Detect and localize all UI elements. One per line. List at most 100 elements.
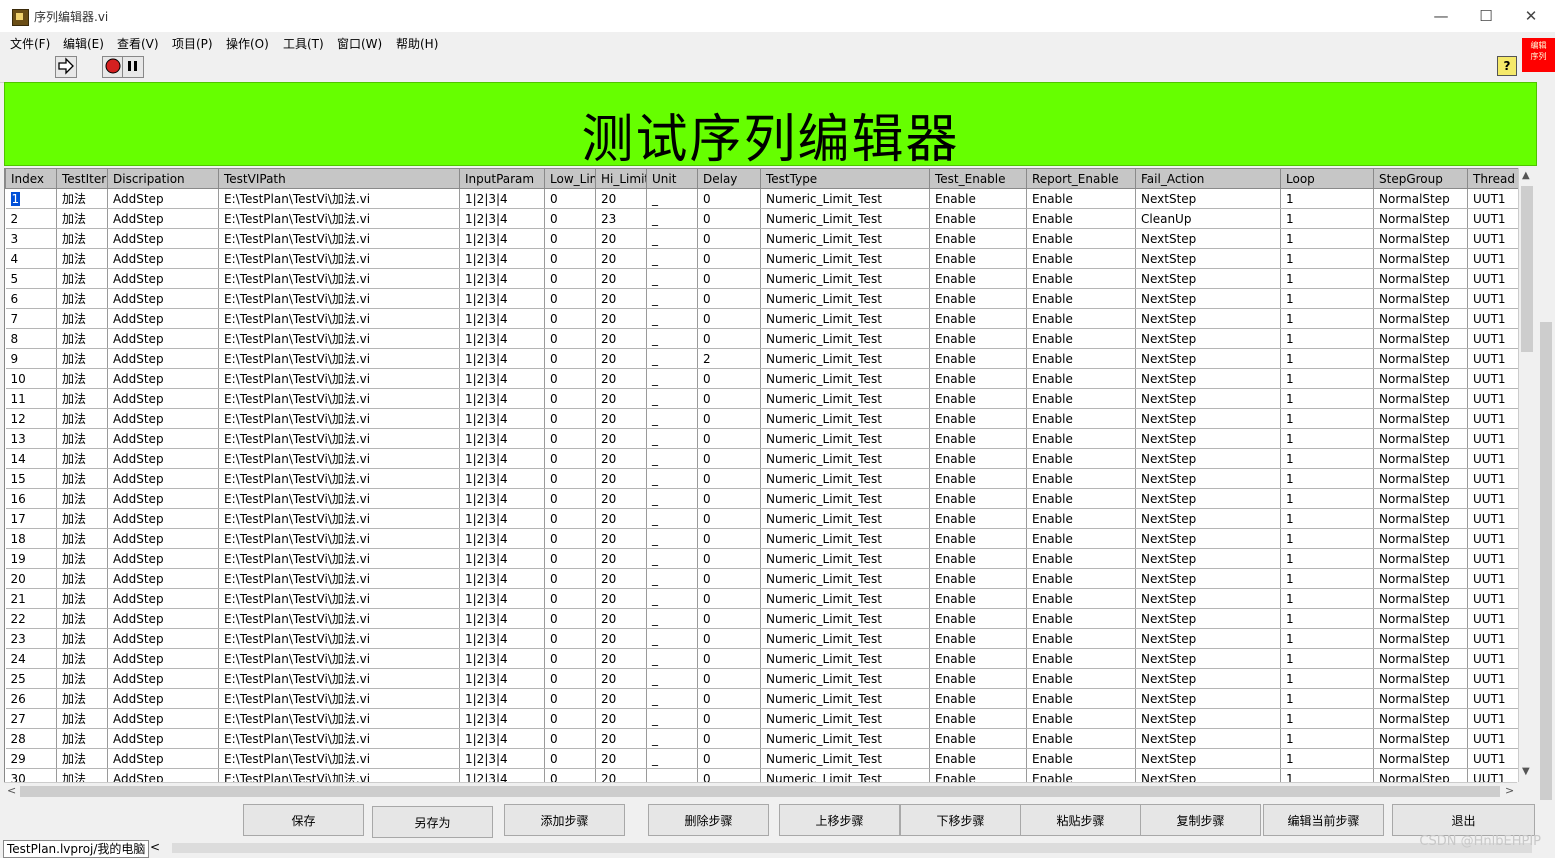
table-cell[interactable]: Enable: [929, 228, 1027, 249]
menu-file[interactable]: 文件(F): [10, 35, 50, 52]
table-cell[interactable]: E:\TestPlan\TestVi\加法.vi: [218, 528, 460, 549]
menu-operate[interactable]: 操作(O): [226, 35, 269, 52]
table-cell[interactable]: E:\TestPlan\TestVi\加法.vi: [218, 328, 460, 349]
table-cell[interactable]: _: [646, 288, 698, 309]
close-button[interactable]: ✕: [1511, 4, 1551, 28]
table-cell[interactable]: 20: [595, 688, 647, 709]
table-row[interactable]: 15 加法 AddStep E:\TestPlan\TestVi\加法.vi 1|2|3…: [5, 468, 1518, 489]
table-cell[interactable]: 1: [1280, 568, 1374, 589]
table-cell[interactable]: Enable: [1026, 448, 1136, 469]
table-cell[interactable]: 18: [5, 528, 57, 549]
table-cell[interactable]: NextStep: [1135, 408, 1281, 429]
table-cell[interactable]: 1|2|3|4: [459, 328, 545, 349]
copy-step-button[interactable]: 复制步骤: [1140, 804, 1261, 836]
table-cell[interactable]: 0: [697, 588, 761, 609]
table-cell[interactable]: 1|2|3|4: [459, 468, 545, 489]
table-cell[interactable]: NextStep: [1135, 388, 1281, 409]
table-cell[interactable]: 0: [544, 528, 596, 549]
table-cell[interactable]: Enable: [929, 468, 1027, 489]
table-cell[interactable]: Enable: [929, 648, 1027, 669]
table-cell[interactable]: Enable: [1026, 188, 1136, 209]
table-cell[interactable]: 2: [5, 208, 57, 229]
table-cell[interactable]: 0: [697, 308, 761, 329]
table-cell[interactable]: 0: [697, 508, 761, 529]
table-cell[interactable]: _: [646, 568, 698, 589]
column-header[interactable]: InputParam: [459, 168, 545, 189]
table-cell[interactable]: 1|2|3|4: [459, 448, 545, 469]
table-row[interactable]: 8 加法 AddStep E:\TestPlan\TestVi\加法.vi 1|2|3|…: [5, 328, 1518, 349]
table-cell[interactable]: 20: [595, 468, 647, 489]
table-cell[interactable]: NormalStep: [1373, 748, 1468, 769]
table-cell[interactable]: 加法: [56, 268, 108, 289]
table-cell[interactable]: 1: [1280, 628, 1374, 649]
table-cell[interactable]: Enable: [929, 688, 1027, 709]
maximize-button[interactable]: ☐: [1466, 4, 1506, 28]
table-cell[interactable]: 加法: [56, 748, 108, 769]
table-cell[interactable]: NextStep: [1135, 588, 1281, 609]
table-cell[interactable]: 1|2|3|4: [459, 188, 545, 209]
table-cell[interactable]: _: [646, 188, 698, 209]
table-cell[interactable]: AddStep: [107, 468, 219, 489]
table-cell[interactable]: Enable: [929, 368, 1027, 389]
table-cell[interactable]: AddStep: [107, 288, 219, 309]
add-step-button[interactable]: 添加步骤: [504, 804, 625, 836]
table-row[interactable]: 11 加法 AddStep E:\TestPlan\TestVi\加法.vi 1|2|3…: [5, 388, 1518, 409]
table-cell[interactable]: Enable: [1026, 548, 1136, 569]
table-cell[interactable]: _: [646, 628, 698, 649]
table-cell[interactable]: 0: [544, 668, 596, 689]
table-row[interactable]: 7 加法 AddStep E:\TestPlan\TestVi\加法.vi 1|2|3|…: [5, 308, 1518, 329]
table-cell[interactable]: 1: [1280, 508, 1374, 529]
menu-project[interactable]: 项目(P): [172, 35, 213, 52]
table-cell[interactable]: Numeric_Limit_Test: [760, 668, 930, 689]
table-cell[interactable]: Numeric_Limit_Test: [760, 188, 930, 209]
table-cell[interactable]: E:\TestPlan\TestVi\加法.vi: [218, 648, 460, 669]
table-cell[interactable]: NormalStep: [1373, 608, 1468, 629]
run-arrow-icon[interactable]: [55, 56, 77, 78]
scroll-thumb[interactable]: [1521, 186, 1533, 352]
table-cell[interactable]: E:\TestPlan\TestVi\加法.vi: [218, 428, 460, 449]
table-cell[interactable]: NormalStep: [1373, 388, 1468, 409]
table-cell[interactable]: _: [646, 688, 698, 709]
table-cell[interactable]: Numeric_Limit_Test: [760, 468, 930, 489]
table-cell[interactable]: AddStep: [107, 188, 219, 209]
table-cell[interactable]: AddStep: [107, 368, 219, 389]
table-cell[interactable]: 0: [697, 708, 761, 729]
table-cell[interactable]: Enable: [1026, 408, 1136, 429]
table-cell[interactable]: 1: [1280, 308, 1374, 329]
table-cell[interactable]: E:\TestPlan\TestVi\加法.vi: [218, 508, 460, 529]
table-row[interactable]: 25 加法 AddStep E:\TestPlan\TestVi\加法.vi 1|2|3…: [5, 668, 1518, 689]
table-cell[interactable]: 1|2|3|4: [459, 608, 545, 629]
menu-help[interactable]: 帮助(H): [396, 35, 438, 52]
menu-window[interactable]: 窗口(W): [337, 35, 382, 52]
table-cell[interactable]: 1: [1280, 368, 1374, 389]
table-cell[interactable]: Enable: [1026, 728, 1136, 749]
table-cell[interactable]: 加法: [56, 608, 108, 629]
table-cell[interactable]: NextStep: [1135, 268, 1281, 289]
table-cell[interactable]: 1|2|3|4: [459, 268, 545, 289]
table-cell[interactable]: 6: [5, 288, 57, 309]
table-cell[interactable]: 20: [595, 188, 647, 209]
table-cell[interactable]: Numeric_Limit_Test: [760, 388, 930, 409]
column-header[interactable]: Low_Lim: [544, 168, 596, 189]
table-cell[interactable]: E:\TestPlan\TestVi\加法.vi: [218, 708, 460, 729]
table-cell[interactable]: 26: [5, 688, 57, 709]
table-row[interactable]: 26 加法 AddStep E:\TestPlan\TestVi\加法.vi 1|2|3…: [5, 688, 1518, 709]
table-cell[interactable]: AddStep: [107, 348, 219, 369]
table-cell[interactable]: 0: [544, 368, 596, 389]
table-cell[interactable]: 0: [544, 588, 596, 609]
table-cell[interactable]: AddStep: [107, 528, 219, 549]
table-cell[interactable]: 20: [595, 448, 647, 469]
table-cell[interactable]: _: [646, 708, 698, 729]
table-cell[interactable]: NormalStep: [1373, 288, 1468, 309]
table-cell[interactable]: NormalStep: [1373, 648, 1468, 669]
table-row[interactable]: 30 加法 AddStep E:\TestPlan\TestVi\加法.vi 1|2|3…: [5, 768, 1518, 782]
table-cell[interactable]: UUT1: [1467, 588, 1518, 609]
table-cell[interactable]: _: [646, 768, 698, 782]
table-cell[interactable]: _: [646, 268, 698, 289]
table-cell[interactable]: Enable: [1026, 528, 1136, 549]
table-row[interactable]: 13 加法 AddStep E:\TestPlan\TestVi\加法.vi 1|2|3…: [5, 428, 1518, 449]
table-cell[interactable]: UUT1: [1467, 368, 1518, 389]
table-cell[interactable]: 0: [697, 208, 761, 229]
table-cell[interactable]: Enable: [929, 748, 1027, 769]
table-cell[interactable]: 1|2|3|4: [459, 628, 545, 649]
